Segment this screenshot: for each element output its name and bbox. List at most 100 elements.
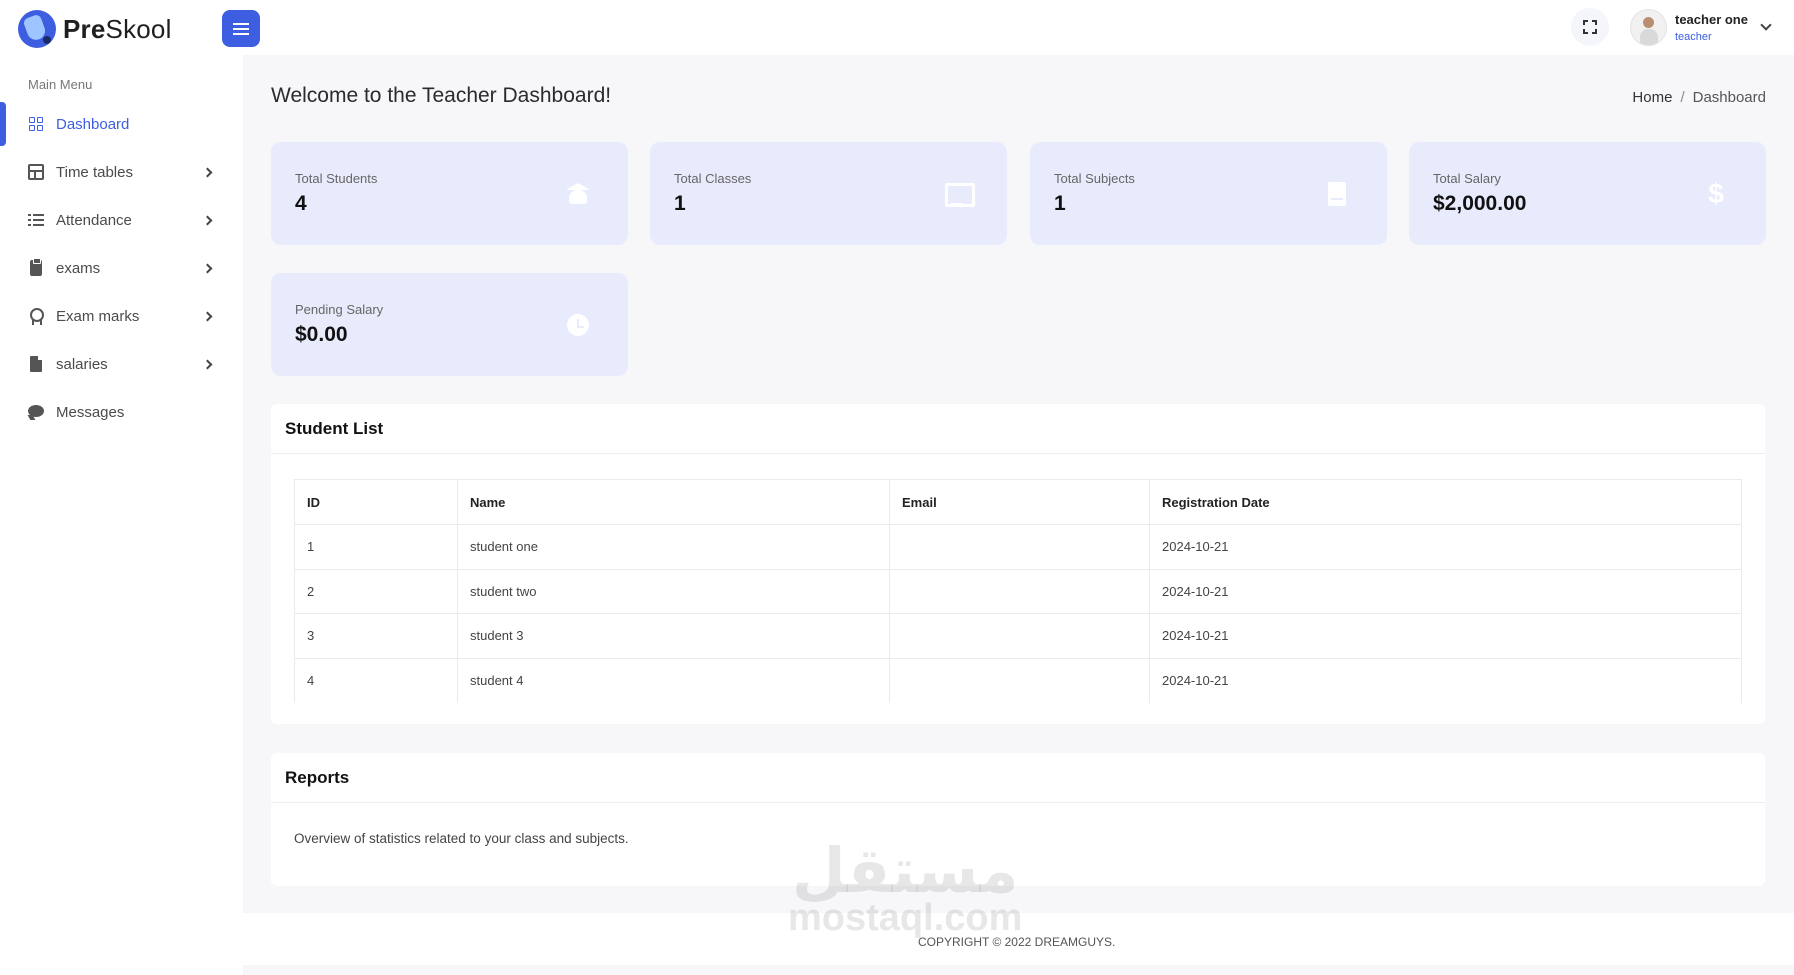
menu-title: Main Menu: [28, 77, 93, 92]
grid-icon: [28, 116, 44, 132]
table-cell: 3: [294, 613, 458, 659]
chat-icon: [28, 404, 44, 420]
chevron-down-icon[interactable]: [1760, 18, 1772, 31]
column-header[interactable]: Registration Date: [1149, 479, 1742, 525]
stat-label: Total Subjects: [1054, 171, 1135, 186]
sidebar-item-attendance[interactable]: Attendance: [0, 200, 243, 240]
main-content: Welcome to the Teacher Dashboard! Home / D…: [243, 55, 1794, 975]
watermark-latin: mostaql.com: [788, 897, 1023, 939]
chevron-right-icon: [202, 263, 213, 273]
sidebar: Main Menu Dashboard Time tables Attendan…: [0, 55, 243, 975]
table-cell: 2024-10-21: [1149, 524, 1742, 570]
student-list-card: Student List ID Name Email Registration …: [271, 404, 1765, 724]
table-cell: student one: [457, 524, 890, 570]
chalkboard-icon: [945, 182, 975, 207]
table-cell: 2024-10-21: [1149, 613, 1742, 659]
table-cell: [889, 569, 1150, 614]
column-header[interactable]: ID: [294, 479, 458, 525]
dollar-icon: $: [1708, 178, 1724, 209]
user-name: teacher one: [1675, 12, 1748, 27]
sidebar-item-label: Messages: [56, 403, 125, 421]
fullscreen-button[interactable]: [1571, 8, 1609, 46]
table-cell: 1: [294, 524, 458, 570]
watermark-arabic: مستقل: [791, 834, 1019, 907]
logo-icon: [18, 10, 56, 48]
sidebar-item-messages[interactable]: Messages: [0, 392, 243, 432]
file-invoice-icon: [30, 356, 42, 372]
stat-value: $2,000.00: [1433, 192, 1527, 215]
award-icon: [28, 308, 44, 325]
student-table: ID Name Email Registration Date 1 studen…: [294, 479, 1742, 703]
logo[interactable]: PreSkool: [18, 10, 172, 48]
table-row: 3 student 3 2024-10-21: [294, 613, 1742, 659]
avatar: [1630, 9, 1667, 46]
breadcrumb-current: Dashboard: [1692, 89, 1766, 106]
stat-label: Total Salary: [1433, 171, 1501, 186]
stat-card-total-subjects: Total Subjects 1: [1030, 142, 1387, 245]
stat-card-total-students: Total Students 4: [271, 142, 628, 245]
sidebar-item-label: salaries: [56, 355, 108, 373]
sidebar-item-exam-marks[interactable]: Exam marks: [0, 296, 243, 336]
graduate-icon: [566, 182, 590, 206]
breadcrumb: Home / Dashboard: [1632, 89, 1766, 106]
table-cell: student two: [457, 569, 890, 614]
card-title: Reports: [271, 753, 1765, 803]
sidebar-item-salaries[interactable]: salaries: [0, 344, 243, 384]
list-icon: [28, 212, 44, 228]
book-icon: [1325, 182, 1349, 206]
clock-icon: [566, 313, 590, 337]
stat-label: Total Students: [295, 171, 378, 186]
user-role: teacher: [1675, 31, 1712, 43]
column-header[interactable]: Name: [457, 479, 890, 525]
table-header-row: ID Name Email Registration Date: [294, 479, 1742, 525]
table-cell: student 4: [457, 658, 890, 703]
sidebar-item-label: exams: [56, 259, 101, 277]
stat-value: 1: [674, 192, 686, 215]
sidebar-item-label: Exam marks: [56, 307, 140, 325]
sidebar-item-label: Attendance: [56, 211, 132, 229]
chevron-right-icon: [202, 167, 213, 177]
stat-value: 4: [295, 192, 307, 215]
sidebar-item-time-tables[interactable]: Time tables: [0, 152, 243, 192]
table-cell: [889, 658, 1150, 703]
table-row: 4 student 4 2024-10-21: [294, 658, 1742, 703]
chevron-right-icon: [202, 215, 213, 225]
table-cell: [889, 524, 1150, 570]
table-row: 2 student two 2024-10-21: [294, 569, 1742, 614]
sidebar-item-label: Time tables: [56, 163, 133, 181]
breadcrumb-home[interactable]: Home: [1632, 89, 1672, 106]
chevron-right-icon: [202, 311, 213, 321]
clipboard-icon: [30, 258, 42, 276]
chevron-right-icon: [202, 359, 213, 369]
column-header[interactable]: Email: [889, 479, 1150, 525]
sidebar-item-exams[interactable]: exams: [0, 248, 243, 288]
table-cell: [889, 613, 1150, 659]
menu-icon: [233, 22, 249, 35]
table-cell: 4: [294, 658, 458, 703]
table-icon: [28, 164, 44, 180]
stat-card-total-salary: Total Salary $2,000.00 $: [1409, 142, 1766, 245]
table-row: 1 student one 2024-10-21: [294, 524, 1742, 570]
stat-label: Pending Salary: [295, 302, 384, 317]
sidebar-item-label: Dashboard: [56, 115, 130, 133]
stat-card-total-classes: Total Classes 1: [650, 142, 1007, 245]
stat-value: 1: [1054, 192, 1066, 215]
top-header: PreSkool teacher one teacher: [0, 0, 1794, 55]
table-cell: 2024-10-21: [1149, 569, 1742, 614]
stat-label: Total Classes: [674, 171, 752, 186]
watermark: مستقل mostaql.com: [788, 834, 1023, 939]
user-menu[interactable]: teacher one teacher: [1630, 9, 1772, 46]
table-cell: student 3: [457, 613, 890, 659]
stat-value: $0.00: [295, 323, 348, 346]
expand-icon: [1583, 20, 1597, 34]
logo-text: PreSkool: [63, 13, 172, 44]
card-title: Student List: [271, 404, 1765, 454]
breadcrumb-separator: /: [1680, 89, 1685, 106]
table-cell: 2: [294, 569, 458, 614]
page-title: Welcome to the Teacher Dashboard!: [271, 84, 612, 107]
sidebar-item-dashboard[interactable]: Dashboard: [0, 102, 243, 146]
reports-description: Overview of statistics related to your c…: [294, 831, 629, 846]
stat-card-pending-salary: Pending Salary $0.00: [271, 273, 628, 376]
table-cell: 2024-10-21: [1149, 658, 1742, 703]
sidebar-toggle-button[interactable]: [222, 10, 260, 47]
